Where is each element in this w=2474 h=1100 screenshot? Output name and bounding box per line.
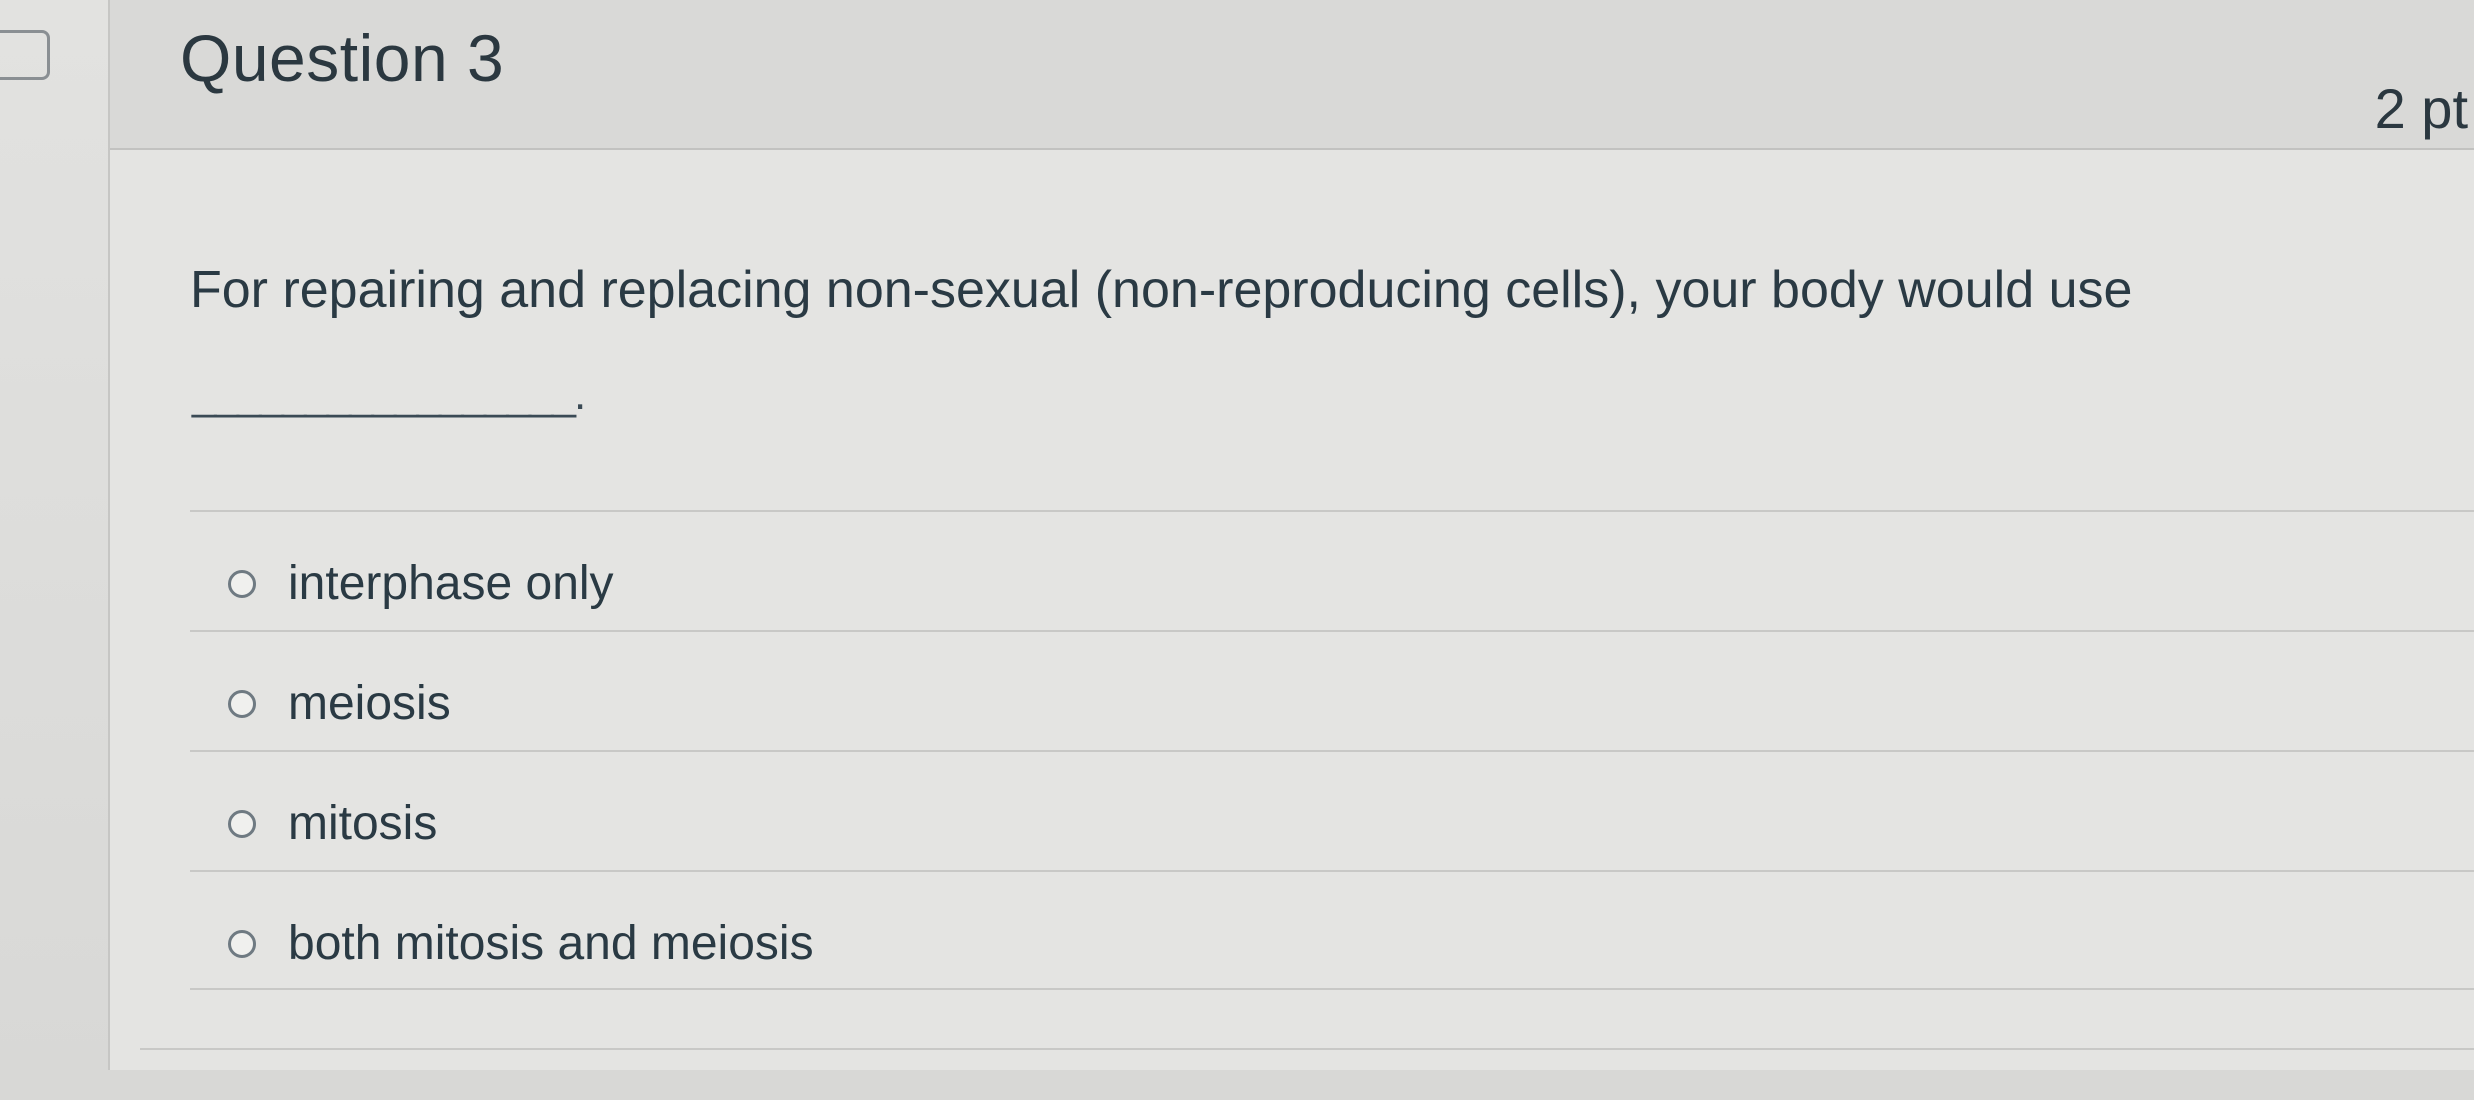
- answer-option[interactable]: mitosis: [190, 750, 2474, 870]
- question-card: Question 3 2 pt For repairing and replac…: [108, 0, 2474, 1070]
- radio-unchecked-icon[interactable]: [228, 810, 256, 838]
- radio-unchecked-icon[interactable]: [228, 690, 256, 718]
- answer-list: interphase only meiosis mitosis both mit…: [190, 510, 2474, 990]
- radio-unchecked-icon[interactable]: [228, 570, 256, 598]
- question-header: Question 3 2 pt: [110, 0, 2474, 150]
- radio-unchecked-icon[interactable]: [228, 930, 256, 958]
- flag-question-icon[interactable]: [0, 30, 50, 80]
- answer-label[interactable]: meiosis: [288, 676, 451, 731]
- card-divider: [140, 1048, 2474, 1050]
- answer-option[interactable]: interphase only: [190, 510, 2474, 630]
- quiz-page: Question 3 2 pt For repairing and replac…: [0, 0, 2474, 1100]
- answer-option[interactable]: meiosis: [190, 630, 2474, 750]
- answer-option[interactable]: both mitosis and meiosis: [190, 870, 2474, 990]
- question-text: For repairing and replacing non-sexual (…: [190, 261, 2133, 319]
- question-title: Question 3: [180, 21, 505, 95]
- question-points: 2 pt: [2374, 77, 2468, 140]
- answer-blank: _________________.: [192, 370, 586, 419]
- answer-label[interactable]: mitosis: [288, 796, 437, 851]
- answer-label[interactable]: interphase only: [288, 556, 614, 611]
- answer-label[interactable]: both mitosis and meiosis: [288, 916, 814, 971]
